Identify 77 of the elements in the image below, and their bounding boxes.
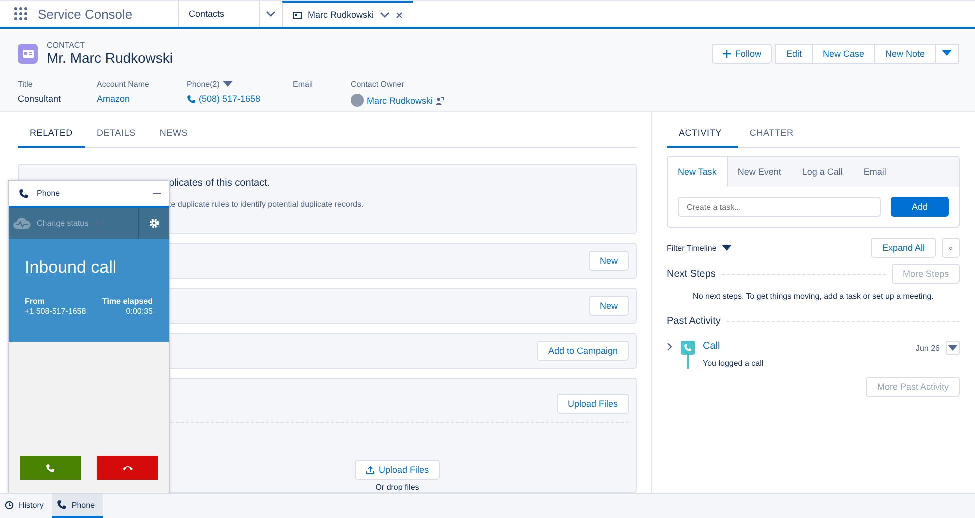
follow-button[interactable]: Follow [712,44,772,64]
action-button[interactable]: New Case [812,44,876,64]
app-launcher-icon[interactable] [14,7,28,21]
card-action-button[interactable]: New [588,296,629,316]
phone-link[interactable]: (508) 517-1658 [199,94,261,104]
contact-card-icon [293,12,302,18]
composer-tab[interactable]: Log a Call [792,157,854,187]
elapsed-label: Time elapsed [102,297,153,306]
contact-icon [18,44,38,64]
empty-message: No next steps. To get things moving, add a task or set up a meeting. [692,292,935,301]
upload-icon [366,466,375,474]
field-label: Phone(2) [187,80,293,89]
expand-all-button[interactable]: Expand All [871,238,936,258]
clock-icon [5,500,14,510]
utility-tab[interactable]: Phone [52,494,104,518]
action-button[interactable]: New Note [874,44,936,64]
plus-icon [723,50,732,58]
close-icon[interactable] [396,12,403,18]
record-tab[interactable]: NEWS [148,128,200,148]
card-action-button[interactable]: Add to Campaign [537,341,629,361]
composer-tab[interactable]: New Task [668,157,728,187]
caret-icon [942,50,952,57]
field-value: Consultant [18,94,62,104]
upload-files-button[interactable]: Upload Files [354,460,440,480]
settings-icon[interactable] [148,218,160,229]
record-tab[interactable]: Marc Rudkowski [282,1,413,27]
nav-tab[interactable]: Contacts [178,1,259,27]
record-name: Mr. Marc Rudkowski [47,50,174,66]
duplicates-title: plicates of this contact. [169,178,270,189]
chevron-down-icon [380,12,390,18]
more-actions-button[interactable] [935,44,959,64]
activity-tab[interactable]: ACTIVITY [667,128,738,148]
field-label: Account Name [97,80,150,89]
activity-subtitle: You logged a call [703,359,765,368]
card-action-button[interactable]: New [588,251,629,271]
phone-icon [56,500,67,510]
cloud-icon [13,217,31,230]
panel-title: Phone [37,189,60,198]
section-title: Next Steps [667,268,716,280]
handset-icon [684,344,692,352]
elapsed-time: 0:00:35 [125,307,153,316]
person-change-icon[interactable] [436,96,444,104]
task-input[interactable]: Create a task... [678,197,881,217]
account-link[interactable]: Amazon [97,94,187,104]
action-button[interactable]: Edit [775,44,813,64]
from-label: From [25,297,46,306]
field-label: Email [293,80,314,89]
record-tab[interactable]: RELATED [18,128,85,148]
avatar-icon [351,94,364,107]
field-label: Contact Owner [351,80,406,89]
drop-files-text: Or drop files [376,483,420,492]
app-name: Service Console [38,6,134,24]
record-tab[interactable]: DETAILS [84,128,148,148]
activity-date: Jun 26 [916,344,940,352]
record-type-label: CONTACT [47,41,86,50]
phone-icon [187,94,196,104]
filter-timeline-dropdown[interactable]: Filter Timeline [667,244,732,252]
composer-tab[interactable]: Email [854,157,898,187]
phone-icon [19,188,29,198]
utility-tab[interactable]: History [0,494,52,518]
section-title: Past Activity [667,316,721,327]
nav-menu-chevron-icon [266,10,276,18]
hang-up-icon [122,464,132,472]
caret-icon [222,81,233,88]
caret-icon [948,344,958,352]
upload-files-button[interactable]: Upload Files [556,394,629,414]
phone-icon [46,464,55,472]
add-button[interactable]: Add [891,197,949,217]
call-title: Inbound call [25,258,118,278]
refresh-icon [949,244,953,252]
composer-tab[interactable]: New Event [728,157,792,187]
owner-link[interactable]: Marc Rudkowski [367,96,434,106]
activity-menu-button[interactable] [946,341,960,355]
activity-tab[interactable]: CHATTER [738,128,810,148]
caret-icon [722,244,732,252]
caller-number: +1 508-517-1658 [25,307,88,316]
field-label: Title [18,80,34,89]
